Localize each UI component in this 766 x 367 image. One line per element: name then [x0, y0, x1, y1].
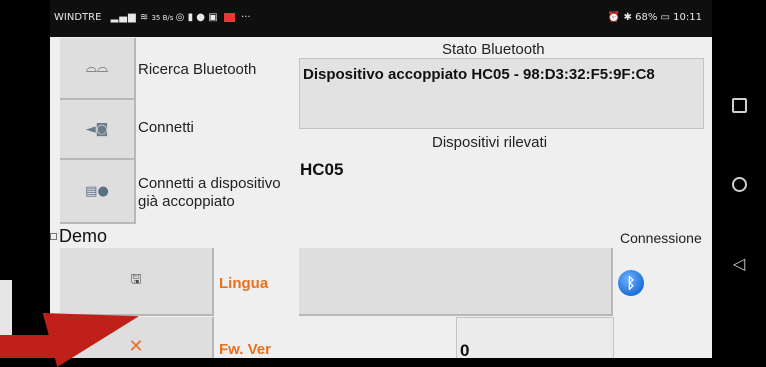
search-bluetooth-label: Ricerca Bluetooth [138, 61, 257, 78]
firmware-value-box: 0 [456, 317, 614, 358]
search-bluetooth-button[interactable]: ⌓⌓ [60, 38, 136, 100]
detected-devices-title: Dispositivi rilevati [432, 134, 548, 151]
connect-button[interactable]: ◄◙ [60, 100, 136, 160]
status-bar: WINDTRE ▂▄▆ ≋ 35 B/s ◎ ▮ ● ▣ ··· ⏰ ✱ 68%… [50, 0, 712, 37]
plug-icon: ◄◙ [85, 121, 109, 137]
bluetooth-status-value: Dispositivo accoppiato HC05 - 98:D3:32:F… [303, 66, 655, 83]
binoculars-icon: ⌓⌓ [85, 60, 109, 76]
battery-icon: ▭ [660, 12, 670, 23]
gallery-icon: ▣ [208, 12, 218, 23]
connect-paired-line2: già accoppiato [138, 193, 235, 210]
status-right: ⏰ ✱ 68% ▭ 10:11 [608, 12, 702, 23]
connection-label: Connessione [620, 230, 702, 246]
bluetooth-device-icon: ▤● [85, 183, 109, 199]
recent-apps-icon[interactable] [729, 98, 749, 118]
back-icon[interactable]: ◁ [729, 254, 749, 274]
whatsapp-icon: ◎ [175, 12, 185, 23]
battery-percent: 68% [635, 12, 658, 23]
wifi-icon: ≋ [139, 12, 149, 23]
speed-value: 35 [151, 14, 161, 22]
alarm-icon: ⏰ [607, 12, 621, 23]
demo-label: Demo [59, 225, 108, 246]
firmware-value: 0 [460, 341, 470, 358]
status-left: WINDTRE ▂▄▆ ≋ 35 B/s ◎ ▮ ● ▣ ··· [54, 12, 251, 23]
checkbox-box-icon [50, 232, 57, 240]
bluetooth-status-panel: Dispositivo accoppiato HC05 - 98:D3:32:F… [299, 58, 704, 129]
language-label: Lingua [219, 275, 269, 292]
language-selector[interactable] [299, 248, 613, 316]
demo-checkbox[interactable]: Demo [50, 224, 107, 248]
mail-icon [223, 12, 235, 22]
connect-paired-label: Connetti a dispositivo già accoppiato [138, 175, 281, 211]
carrier-name: WINDTRE [54, 12, 102, 23]
home-icon[interactable] [729, 177, 749, 197]
connect-paired-button[interactable]: ▤● [60, 160, 136, 224]
floppy-disk-icon: 🖫 [130, 272, 142, 287]
speed-unit: B/s [162, 14, 174, 22]
navigation-bar: ◁ [712, 0, 766, 358]
facebook-icon: ● [196, 12, 205, 23]
connect-paired-line1: Connetti a dispositivo [138, 175, 281, 192]
detected-device-item[interactable]: HC05 [300, 160, 343, 180]
signal-icon: ▂▄▆ [110, 12, 137, 23]
bluetooth-status-icon: ✱ [623, 12, 632, 23]
app-screen: WINDTRE ▂▄▆ ≋ 35 B/s ◎ ▮ ● ▣ ··· ⏰ ✱ 68%… [50, 0, 712, 358]
network-speed: 35 B/s [151, 14, 175, 22]
more-icon: ··· [241, 12, 251, 23]
firmware-label: Fw. Ver [219, 341, 271, 358]
connect-label: Connetti [138, 119, 194, 136]
bluetooth-status-title: Stato Bluetooth [442, 41, 545, 58]
notification-icon: ▮ [187, 12, 194, 23]
clock: 10:11 [673, 12, 702, 23]
bluetooth-connection-icon: ᛒ [618, 270, 644, 296]
